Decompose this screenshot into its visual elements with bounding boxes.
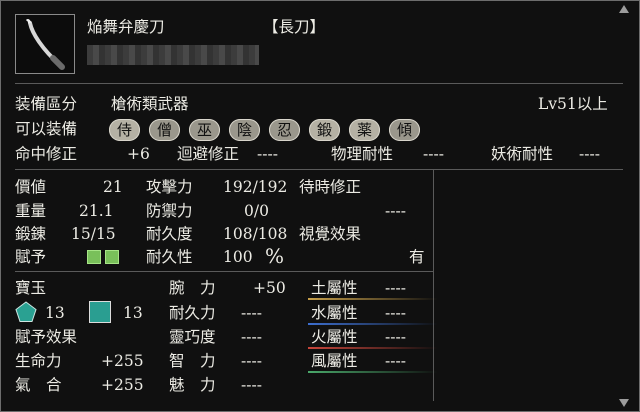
wind-attr-underline	[308, 371, 438, 373]
effect-hp-value: +255	[101, 352, 144, 370]
earth-attr-underline	[308, 298, 438, 300]
visual-effect-label: 視覺效果	[299, 225, 362, 243]
square-gem-count: 13	[123, 304, 143, 322]
grant-slot-icon	[105, 250, 119, 264]
equip-category-value: 槍術類武器	[111, 95, 189, 113]
class-badge-medicine: 薬	[349, 119, 380, 141]
can-equip-label: 可以装備	[15, 120, 78, 138]
class-badge-ninja: 忍	[269, 119, 300, 141]
evade-label: 迴避修正	[177, 145, 240, 163]
redacted-owner	[87, 45, 259, 65]
water-attr-label: 水屬性	[311, 304, 358, 322]
grant-label: 賦予	[15, 248, 47, 266]
divider	[433, 271, 434, 401]
price-label: 價値	[15, 178, 47, 196]
intellect-value: ----	[241, 352, 262, 370]
divider	[15, 83, 623, 84]
weapon-icon	[15, 14, 75, 74]
fire-attr-underline	[308, 347, 438, 349]
item-tooltip: 焔舞弁慶刀 【長刀】 装備區分 槍術類武器 Lv51以上 可以装備 侍 僧 巫 …	[0, 0, 640, 412]
durability-rate-label: 耐久性	[146, 248, 193, 266]
phys-res-value: ----	[423, 145, 444, 163]
fire-attr-value: ----	[385, 328, 406, 346]
level-requirement: Lv51以上	[538, 95, 608, 113]
durability-label: 耐久度	[146, 225, 193, 243]
phys-res-label: 物理耐性	[331, 145, 394, 163]
scroll-down-icon[interactable]	[619, 399, 629, 407]
water-attr-underline	[308, 323, 438, 325]
effect-ki-value: +255	[101, 376, 144, 394]
fire-attr-label: 火屬性	[311, 328, 358, 346]
earth-attr-value: ----	[385, 279, 406, 297]
earth-attr-label: 土屬性	[311, 279, 358, 297]
strength-value: +50	[253, 279, 286, 297]
defense-value: 0/0	[244, 202, 269, 220]
class-badge-smith: 鍛	[309, 119, 340, 141]
divider	[15, 271, 434, 272]
visual-effect-value: 有	[409, 248, 425, 266]
strength-label: 腕 力	[169, 279, 216, 297]
weight-label: 重量	[15, 202, 47, 220]
class-badge-kabuki: 傾	[389, 119, 420, 141]
water-attr-value: ----	[385, 304, 406, 322]
charisma-value: ----	[241, 376, 262, 394]
dexterity-value: ----	[241, 328, 262, 346]
defense-label: 防禦力	[146, 202, 193, 220]
divider	[433, 169, 434, 271]
effect-ki-label: 氣 合	[15, 376, 62, 394]
wind-attr-value: ----	[385, 352, 406, 370]
class-badge-shrine: 巫	[189, 119, 220, 141]
hit-value: +6	[127, 145, 150, 163]
pentagon-gem-count: 13	[45, 304, 65, 322]
attack-value: 192/192	[223, 178, 288, 196]
forge-label: 鍛錬	[15, 225, 47, 243]
grant-effects-label: 賦予效果	[15, 328, 78, 346]
grant-slot-icon	[87, 250, 101, 264]
charisma-label: 魅 力	[169, 376, 216, 394]
hit-label: 命中修正	[15, 145, 78, 163]
durability-value: 108/108	[223, 225, 288, 243]
item-name: 焔舞弁慶刀	[87, 18, 165, 36]
item-type: 【長刀】	[263, 18, 326, 36]
evade-value: ----	[257, 145, 278, 163]
forge-value: 15/15	[71, 225, 116, 243]
intellect-label: 智 力	[169, 352, 216, 370]
pentagon-gem-icon	[15, 301, 37, 322]
attack-label: 攻擊力	[146, 178, 193, 196]
class-badge-onmyo: 陰	[229, 119, 260, 141]
magic-res-value: ----	[579, 145, 600, 163]
effect-hp-label: 生命力	[15, 352, 62, 370]
square-gem-icon	[89, 301, 111, 323]
divider	[15, 169, 623, 170]
wind-attr-label: 風屬性	[311, 352, 358, 370]
scroll-up-icon[interactable]	[619, 5, 629, 13]
gem-label: 寶玉	[15, 279, 47, 297]
weight-value: 21.1	[79, 202, 114, 220]
stamina-value: ----	[241, 304, 262, 322]
wait-mod-value: ----	[385, 202, 406, 220]
magic-res-label: 妖術耐性	[491, 145, 554, 163]
class-badge-monk: 僧	[149, 119, 180, 141]
price-value: 21	[103, 178, 123, 196]
stamina-label: 耐久力	[169, 304, 216, 322]
wait-mod-label: 待時修正	[299, 178, 362, 196]
durability-rate-value: 100	[223, 248, 253, 266]
durability-rate-unit: %	[265, 244, 285, 268]
class-badge-samurai: 侍	[109, 119, 140, 141]
dexterity-label: 靈巧度	[169, 328, 216, 346]
equip-category-label: 装備區分	[15, 95, 78, 113]
